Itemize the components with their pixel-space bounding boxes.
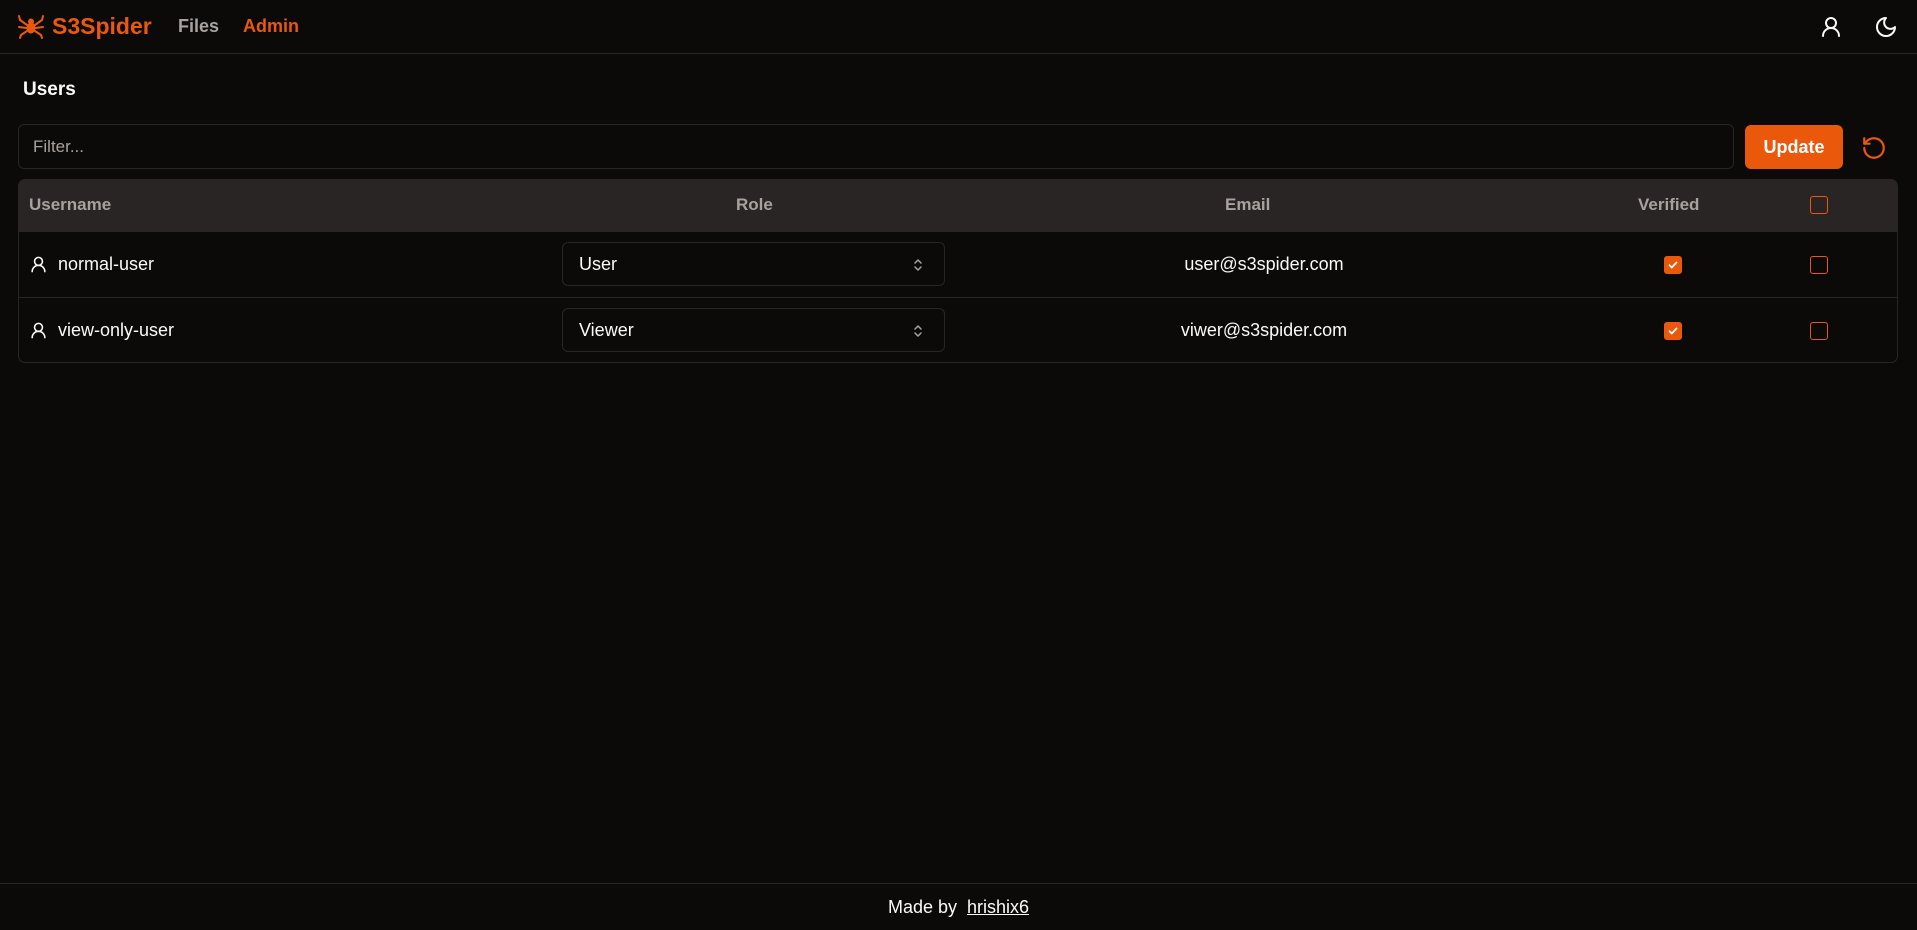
username: normal-user (58, 254, 155, 274)
role-value: User (579, 253, 618, 274)
header-role: Role (736, 195, 773, 214)
select-all-checkbox[interactable] (1810, 196, 1828, 214)
header-verified: Verified (1638, 195, 1700, 214)
row-select-checkbox[interactable] (1810, 322, 1828, 340)
author-link[interactable]: hrishix6 (967, 897, 1029, 918)
check-icon (1668, 261, 1678, 269)
brand-link[interactable]: S3Spider (17, 12, 152, 40)
email-cell: user@s3spider.com (1184, 254, 1344, 274)
update-button[interactable]: Update (1745, 125, 1843, 169)
role-select[interactable]: Viewer (562, 308, 945, 352)
brand-name: S3Spider (52, 12, 152, 39)
nav-link-admin[interactable]: Admin (243, 16, 299, 37)
header-email: Email (1225, 195, 1271, 214)
chevrons-up-down-icon (914, 325, 922, 337)
verified-checkbox[interactable] (1664, 322, 1682, 340)
table-row: normal-user User user@s3spider.com (19, 231, 1897, 297)
spider-icon (18, 15, 44, 39)
nav-link-files[interactable]: Files (178, 16, 219, 37)
role-value: Viewer (579, 319, 634, 340)
moon-icon[interactable] (1870, 11, 1902, 43)
verified-checkbox[interactable] (1664, 256, 1682, 274)
refresh-icon[interactable] (1859, 133, 1889, 163)
header-username: Username (29, 195, 112, 214)
username: view-only-user (58, 320, 175, 340)
user-icon (31, 322, 46, 339)
row-select-checkbox[interactable] (1810, 256, 1828, 274)
table-header: Username Role Email Verified (19, 180, 1897, 231)
users-table: Username Role Email Verified normal-user… (18, 179, 1898, 363)
filter-input[interactable] (18, 124, 1734, 169)
username-cell: view-only-user (29, 320, 174, 341)
page-title: Users (23, 79, 76, 100)
user-icon (31, 256, 46, 273)
username-cell: normal-user (29, 254, 154, 275)
email-cell: viwer@s3spider.com (1180, 320, 1348, 340)
table-row: view-only-user Viewer viwer@s3spider.com (19, 297, 1897, 362)
check-icon (1668, 327, 1678, 335)
chevrons-up-down-icon (914, 259, 922, 271)
navbar: S3Spider Files Admin (0, 0, 1917, 54)
role-select[interactable]: User (562, 242, 945, 286)
user-icon[interactable] (1815, 11, 1847, 43)
footer: Made by hrishix6 (0, 883, 1917, 930)
footer-text: Made by (887, 896, 957, 917)
